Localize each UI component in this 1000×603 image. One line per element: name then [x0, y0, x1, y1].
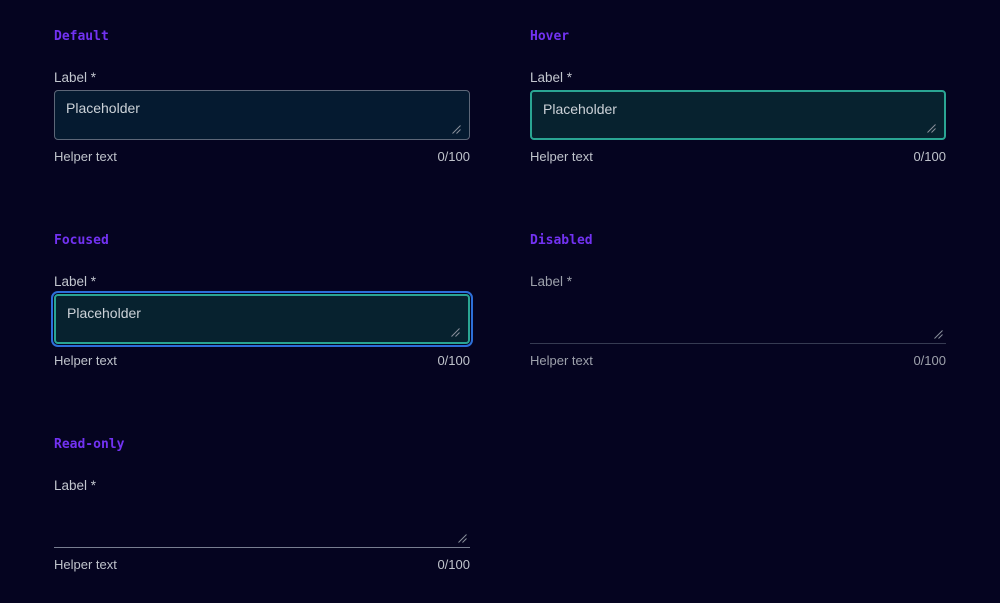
resize-handle-icon[interactable] — [451, 328, 460, 337]
section-disabled: Disabled Label * Helper text 0/100 — [530, 233, 946, 368]
helper-text: Helper text — [54, 353, 117, 368]
field-label: Label * — [54, 275, 470, 289]
helper-text: Helper text — [530, 353, 593, 368]
helper-text: Helper text — [54, 149, 117, 164]
state-title-hover: Hover — [530, 29, 946, 44]
state-title-readonly: Read-only — [54, 437, 470, 452]
resize-handle-icon[interactable] — [458, 534, 467, 543]
textarea-focused[interactable]: Placeholder — [54, 294, 470, 344]
section-hover: Hover Label * Placeholder Helper text 0/… — [530, 29, 946, 164]
field-meta: Helper text 0/100 — [530, 353, 946, 368]
field-meta: Helper text 0/100 — [54, 149, 470, 164]
textarea-default[interactable]: Placeholder — [54, 90, 470, 140]
char-counter: 0/100 — [437, 557, 470, 572]
field-label: Label * — [54, 479, 470, 493]
field-label: Label * — [54, 71, 470, 85]
textarea-hover[interactable]: Placeholder — [530, 90, 946, 140]
placeholder-text: Placeholder — [67, 304, 141, 322]
field-label: Label * — [530, 275, 946, 289]
section-focused: Focused Label * Placeholder Helper text … — [54, 233, 470, 368]
placeholder-text: Placeholder — [543, 100, 617, 118]
state-title-disabled: Disabled — [530, 233, 946, 248]
char-counter: 0/100 — [437, 353, 470, 368]
section-default: Default Label * Placeholder Helper text … — [54, 29, 470, 164]
textarea-readonly[interactable] — [54, 498, 470, 548]
char-counter: 0/100 — [913, 353, 946, 368]
textarea-states-page: Default Label * Placeholder Helper text … — [0, 0, 1000, 572]
textarea-disabled — [530, 294, 946, 344]
placeholder-text: Placeholder — [66, 99, 140, 117]
state-title-focused: Focused — [54, 233, 470, 248]
helper-text: Helper text — [54, 557, 117, 572]
resize-handle-icon — [934, 330, 943, 339]
section-readonly: Read-only Label * Helper text 0/100 — [54, 437, 470, 572]
helper-text: Helper text — [530, 149, 593, 164]
field-meta: Helper text 0/100 — [54, 353, 470, 368]
field-label: Label * — [530, 71, 946, 85]
field-meta: Helper text 0/100 — [530, 149, 946, 164]
char-counter: 0/100 — [437, 149, 470, 164]
char-counter: 0/100 — [913, 149, 946, 164]
field-meta: Helper text 0/100 — [54, 557, 470, 572]
state-title-default: Default — [54, 29, 470, 44]
resize-handle-icon[interactable] — [927, 124, 936, 133]
resize-handle-icon[interactable] — [452, 125, 461, 134]
